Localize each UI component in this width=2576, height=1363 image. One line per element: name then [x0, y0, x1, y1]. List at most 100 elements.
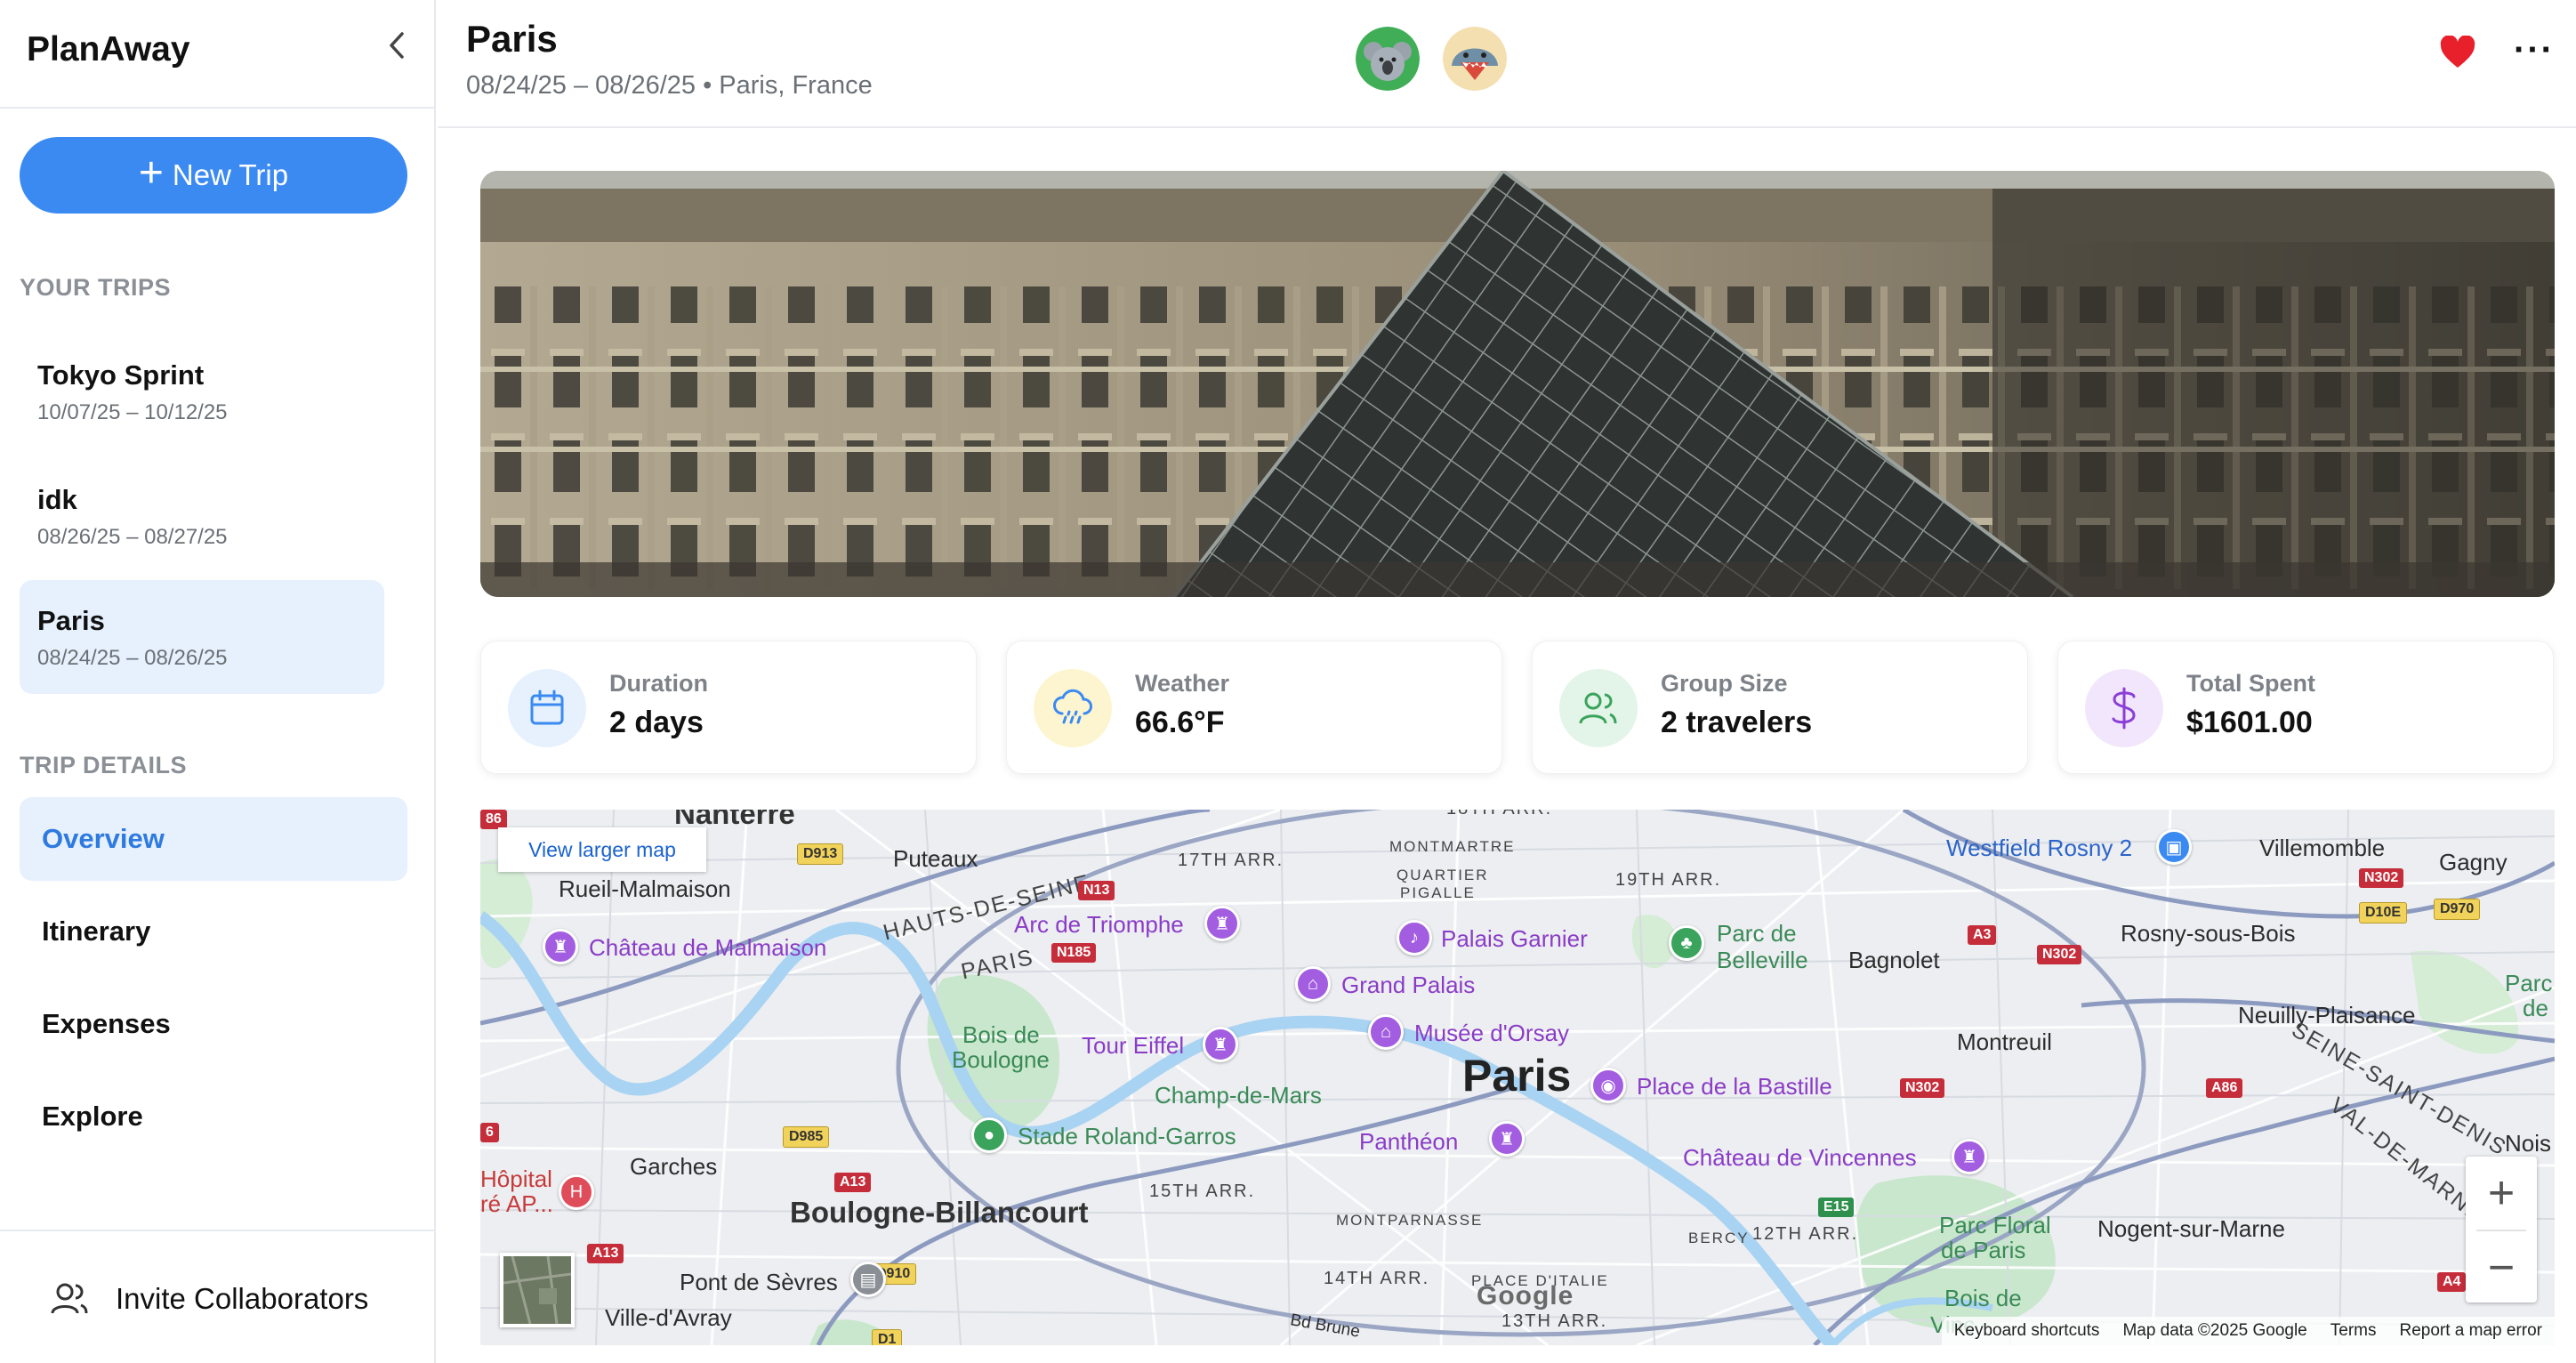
map-label-bercy: BERCY — [1688, 1230, 1750, 1246]
stat-value: $1601.00 — [2186, 706, 2313, 739]
sidebar-footer: Invite Collaborators — [0, 1230, 436, 1363]
road-shield: N302 — [2037, 945, 2082, 964]
map-label-17th: 17TH ARR. — [1178, 851, 1284, 870]
zoom-in-button[interactable]: + — [2466, 1157, 2537, 1230]
landmark-pin-icon[interactable]: ♜ — [1204, 906, 1240, 941]
trip-name: idk — [37, 484, 77, 515]
map-label-montparnasse: MONTPARNASSE — [1336, 1212, 1484, 1229]
trip-dates: 08/26/25 – 08/27/25 — [37, 525, 228, 549]
map-label-18th: 18TH ARR. — [1446, 810, 1552, 819]
calendar-icon — [508, 669, 586, 747]
road-shield: A13 — [834, 1173, 872, 1192]
landmark-pin-icon[interactable]: ♜ — [1203, 1027, 1238, 1062]
new-trip-button[interactable]: + New Trip — [20, 137, 407, 214]
trip-map[interactable]: Nanterre Puteaux Rueil-Malmaison Château… — [480, 810, 2555, 1345]
map-label-13th: 13TH ARR. — [1501, 1311, 1608, 1331]
road-shield: N302 — [1900, 1078, 1945, 1098]
map-label-grand-palais: Grand Palais — [1341, 972, 1476, 998]
view-larger-map-link[interactable]: View larger map — [498, 827, 706, 872]
stat-card-weather: Weather 66.6°F — [1006, 641, 1502, 774]
map-label-puteaux: Puteaux — [893, 845, 978, 872]
map-label-garches: Garches — [630, 1153, 718, 1180]
road-shield: D1 — [872, 1329, 903, 1345]
app-logo[interactable]: PlanAway — [27, 30, 190, 69]
map-label-westfield: Westfield Rosny 2 — [1946, 835, 2133, 861]
trip-dates: 10/07/25 – 10/12/25 — [37, 400, 228, 424]
shopping-pin-icon[interactable]: ▣ — [2156, 829, 2192, 865]
map-label-bastille: Place de la Bastille — [1637, 1073, 1832, 1100]
map-label-15th: 15TH ARR. — [1149, 1182, 1256, 1201]
report-map-error-link[interactable]: Report a map error — [2399, 1321, 2542, 1341]
map-label-arc: Arc de Triomphe — [1014, 911, 1184, 938]
trip-details-heading: TRIP DETAILS — [20, 752, 188, 778]
stadium-pin-icon[interactable]: ● — [971, 1117, 1007, 1153]
map-label-pantheon: Panthéon — [1359, 1128, 1459, 1155]
map-label-hopital-1: Hôpital — [480, 1165, 552, 1192]
road-shield: N302 — [2359, 868, 2404, 888]
transit-pin-icon[interactable]: ▤ — [850, 1262, 886, 1297]
map-label-orsay: Musée d'Orsay — [1414, 1020, 1570, 1046]
map-label-paris: Paris — [1462, 1051, 1572, 1101]
road-shield: N13 — [1078, 881, 1115, 900]
avatar-shark[interactable] — [1443, 27, 1507, 91]
shark-avatar-icon — [1443, 27, 1507, 91]
trip-item-paris[interactable]: Paris 08/24/25 – 08/26/25 — [20, 580, 384, 694]
favorite-button[interactable] — [2439, 35, 2476, 74]
map-label-bagnolet: Bagnolet — [1848, 947, 1940, 973]
road-shield: E15 — [1818, 1198, 1855, 1217]
landmark-pin-icon[interactable]: ♜ — [1489, 1121, 1525, 1157]
road-shield: A3 — [1968, 925, 1997, 945]
nav-itinerary[interactable]: Itinerary — [20, 890, 407, 973]
satellite-toggle[interactable] — [500, 1253, 575, 1327]
map-label-12th: 12TH ARR. — [1752, 1224, 1859, 1244]
nav-explore[interactable]: Explore — [20, 1075, 407, 1158]
stat-label: Total Spent — [2186, 670, 2315, 697]
trip-item-tokyo-sprint[interactable]: Tokyo Sprint 10/07/25 – 10/12/25 — [20, 335, 384, 448]
satellite-thumbnail-icon — [503, 1255, 572, 1325]
terms-link[interactable]: Terms — [2330, 1321, 2377, 1341]
road-shield: 86 — [480, 810, 507, 829]
louvre-pyramid-photo — [480, 171, 2555, 597]
stat-label: Duration — [609, 670, 708, 697]
trip-dates: 08/24/25 – 08/26/25 — [37, 646, 228, 670]
map-label-gagny: Gagny — [2439, 849, 2508, 875]
dollar-icon — [2085, 669, 2163, 747]
avatar-koala[interactable] — [1356, 27, 1420, 91]
map-label-noisy: Nois — [2505, 1130, 2552, 1157]
trip-name: Tokyo Sprint — [37, 359, 205, 391]
stat-label: Group Size — [1661, 670, 1788, 697]
more-options-button[interactable]: ··· — [2514, 32, 2555, 68]
map-label-pont-de-sevres: Pont de Sèvres — [680, 1269, 838, 1295]
map-label-parc-right: Parc — [2505, 970, 2553, 996]
map-label-vincennes: Château de Vincennes — [1683, 1144, 1917, 1171]
park-pin-icon[interactable]: ♣ — [1669, 925, 1704, 961]
collapse-sidebar-button[interactable] — [379, 27, 416, 64]
music-pin-icon[interactable]: ♪ — [1397, 920, 1432, 956]
koala-avatar-icon — [1356, 27, 1420, 91]
sidebar: PlanAway + New Trip YOUR TRIPS Tokyo Spr… — [0, 0, 436, 1363]
landmark-pin-icon[interactable]: ♜ — [543, 929, 578, 964]
nav-expenses[interactable]: Expenses — [20, 982, 407, 1066]
chevron-left-icon — [390, 32, 404, 59]
map-label-neuilly: Neuilly-Plaisance — [2238, 1002, 2416, 1028]
map-label-montreuil: Montreuil — [1957, 1028, 2052, 1055]
map-label-belleville-1: Parc de — [1717, 920, 1797, 947]
zoom-out-button[interactable]: − — [2466, 1231, 2537, 1304]
camera-pin-icon[interactable]: ◉ — [1590, 1068, 1626, 1103]
zoom-controls: + − — [2466, 1157, 2537, 1303]
trip-item-idk[interactable]: idk 08/26/25 – 08/27/25 — [20, 459, 384, 573]
invite-collaborators-button[interactable]: Invite Collaborators — [50, 1281, 368, 1317]
stat-value: 66.6°F — [1135, 706, 1225, 739]
nav-overview[interactable]: Overview — [20, 797, 407, 881]
map-label-villemomble: Villemomble — [2259, 835, 2386, 861]
keyboard-shortcuts-link[interactable]: Keyboard shortcuts — [1954, 1321, 2100, 1341]
road-shield: D985 — [783, 1126, 830, 1148]
museum-pin-icon[interactable]: ⌂ — [1368, 1014, 1404, 1050]
landmark-pin-icon[interactable]: ♜ — [1952, 1139, 1987, 1174]
road-shield: A4 — [2437, 1272, 2467, 1292]
map-label-parc-floral-1: Parc Floral — [1939, 1212, 2051, 1238]
museum-pin-icon[interactable]: ⌂ — [1295, 966, 1331, 1002]
map-label-bois-boulogne-2: Boulogne — [952, 1046, 1050, 1073]
map-label-pigalle: PIGALLE — [1400, 884, 1476, 901]
hospital-pin-icon[interactable]: H — [559, 1174, 594, 1210]
